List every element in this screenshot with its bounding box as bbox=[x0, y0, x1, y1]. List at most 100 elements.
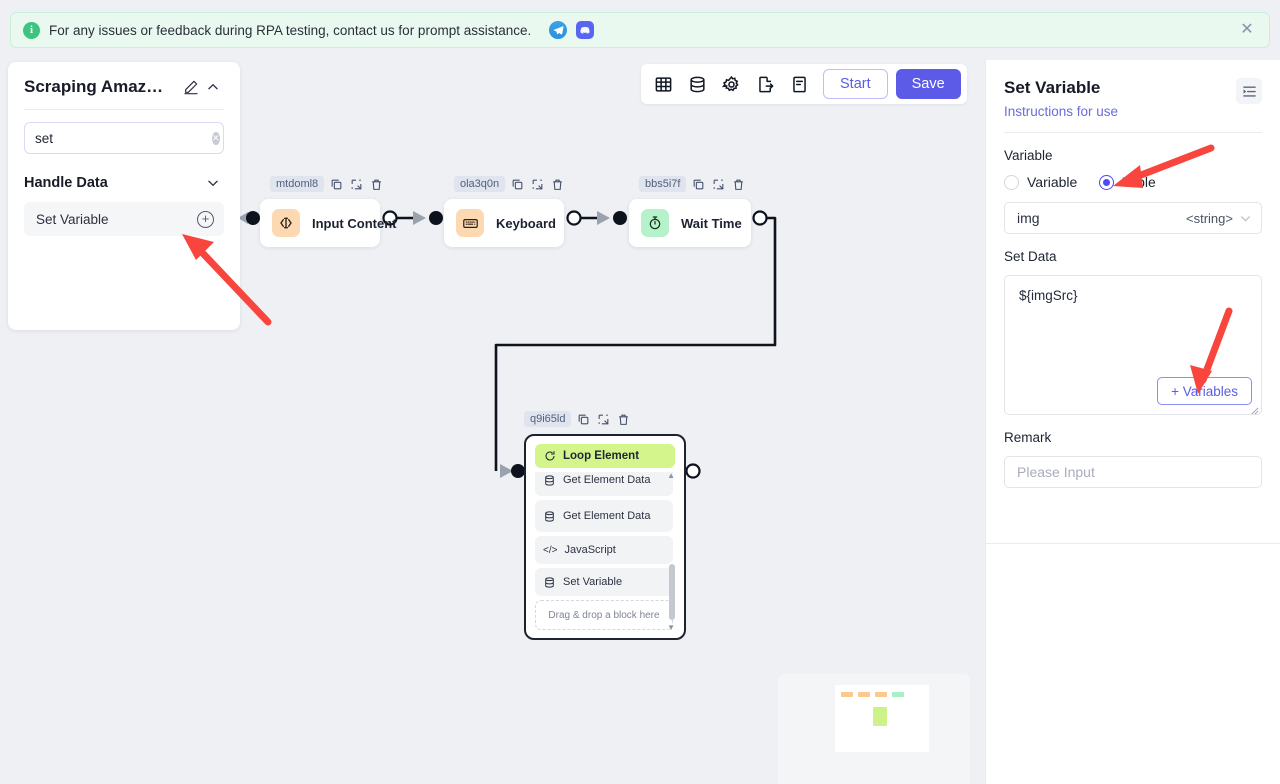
radio-button-selected[interactable] bbox=[1099, 174, 1115, 190]
node-input-content[interactable]: mtdoml8 Input Content bbox=[260, 175, 396, 247]
node-body[interactable]: Input Content bbox=[260, 199, 396, 247]
duplicate-icon[interactable] bbox=[596, 412, 611, 427]
keyboard-icon bbox=[456, 209, 484, 237]
remark-field[interactable] bbox=[1004, 456, 1262, 488]
group-header-handle-data[interactable]: Handle Data bbox=[24, 172, 224, 194]
minimap-node bbox=[892, 692, 904, 697]
loop-children-list[interactable]: Get Element Data Get Element Data </> Ja… bbox=[535, 472, 675, 632]
input-content-icon bbox=[272, 209, 300, 237]
variable-select-value: img bbox=[1017, 210, 1040, 226]
plus-circle-icon[interactable]: + bbox=[197, 210, 214, 228]
delete-icon[interactable] bbox=[369, 177, 384, 192]
scroll-up-icon[interactable]: ▲ bbox=[667, 472, 675, 480]
node-body[interactable]: Wait Time bbox=[629, 199, 751, 247]
node-id: ola3q0n bbox=[454, 176, 506, 192]
copy-icon[interactable] bbox=[691, 177, 706, 192]
list-item[interactable]: Set Variable bbox=[535, 568, 673, 596]
loop-container[interactable]: Loop Element Get Element Data Get Elemen… bbox=[524, 434, 686, 640]
instructions-link[interactable]: Instructions for use bbox=[1004, 104, 1118, 119]
radio-button[interactable] bbox=[1004, 174, 1019, 190]
duplicate-icon[interactable] bbox=[349, 177, 364, 192]
delete-icon[interactable] bbox=[731, 177, 746, 192]
workflow-title: Scraping Amaz… bbox=[24, 77, 164, 96]
database-icon bbox=[543, 474, 556, 487]
resize-grip-icon[interactable] bbox=[1250, 403, 1259, 415]
app-root: i For any issues or feedback during RPA … bbox=[0, 0, 1280, 784]
list-item-label: Get Element Data bbox=[563, 510, 651, 522]
minimap-node bbox=[873, 707, 887, 726]
search-input[interactable] bbox=[35, 130, 212, 146]
chevron-up-icon[interactable] bbox=[202, 76, 224, 98]
loop-title[interactable]: Loop Element bbox=[535, 444, 675, 468]
node-loop-element[interactable]: q9i65ld Loop Element Get Element Data Ge… bbox=[524, 410, 686, 640]
pencil-icon[interactable] bbox=[180, 76, 202, 98]
chevron-down-icon[interactable] bbox=[1239, 212, 1252, 225]
node-header: bbs5i7f bbox=[629, 175, 751, 193]
database-icon bbox=[543, 576, 556, 589]
save-button[interactable]: Save bbox=[895, 69, 961, 99]
loop-scrollbar[interactable]: ▲ ▼ bbox=[667, 472, 675, 632]
variable-select[interactable]: img <string> bbox=[1004, 202, 1262, 234]
discord-icon[interactable] bbox=[576, 21, 595, 39]
remark-input[interactable] bbox=[1017, 464, 1249, 480]
node-label: Keyboard bbox=[496, 215, 556, 231]
scrollbar-thumb[interactable] bbox=[669, 564, 675, 620]
set-data-textarea[interactable]: ${imgSrc} + Variables bbox=[1004, 275, 1262, 415]
table-icon[interactable] bbox=[647, 68, 679, 100]
minimap-node bbox=[858, 692, 870, 697]
node-id: q9i65ld bbox=[524, 411, 572, 427]
telegram-icon[interactable] bbox=[549, 21, 568, 39]
group-label: Handle Data bbox=[24, 175, 108, 191]
loop-title-label: Loop Element bbox=[563, 450, 640, 462]
start-button[interactable]: Start bbox=[823, 69, 888, 99]
chevron-down-icon[interactable] bbox=[202, 172, 224, 194]
list-item[interactable]: Get Element Data bbox=[535, 500, 673, 532]
info-icon: i bbox=[23, 21, 40, 39]
node-keyboard[interactable]: ola3q0n Keyboard bbox=[444, 175, 565, 247]
block-library-panel[interactable]: Scraping Amaz… ✕ Handle Data Set Variabl… bbox=[8, 62, 240, 330]
search-field[interactable]: ✕ bbox=[24, 122, 224, 154]
copy-icon[interactable] bbox=[576, 412, 591, 427]
close-icon[interactable]: ✕ bbox=[1237, 20, 1257, 40]
remark-label: Remark bbox=[1004, 430, 1052, 445]
node-wait-time[interactable]: bbs5i7f Wait Time bbox=[629, 175, 751, 247]
delete-icon[interactable] bbox=[616, 412, 631, 427]
copy-icon[interactable] bbox=[329, 177, 344, 192]
notification-bar: i For any issues or feedback during RPA … bbox=[10, 12, 1270, 48]
node-header: q9i65ld bbox=[524, 410, 686, 428]
log-icon[interactable] bbox=[783, 68, 815, 100]
notification-social-icons bbox=[549, 21, 595, 39]
variable-type-radio-group[interactable]: Variable Table bbox=[1004, 174, 1262, 190]
top-toolbar: Start Save bbox=[641, 64, 967, 104]
set-data-value: ${imgSrc} bbox=[1019, 288, 1078, 303]
delete-icon[interactable] bbox=[550, 177, 565, 192]
duplicate-icon[interactable] bbox=[711, 177, 726, 192]
clear-circle-icon[interactable]: ✕ bbox=[212, 131, 220, 145]
copy-icon[interactable] bbox=[510, 177, 525, 192]
scroll-down-icon[interactable]: ▼ bbox=[667, 624, 675, 632]
properties-panel: Set Variable Instructions for use Variab… bbox=[985, 60, 1280, 784]
radio-table[interactable]: Table bbox=[1099, 174, 1156, 190]
gear-icon[interactable] bbox=[715, 68, 747, 100]
panel-layout-icon[interactable] bbox=[1236, 78, 1262, 104]
page-title: Set Variable bbox=[1004, 78, 1101, 97]
node-header: mtdoml8 bbox=[260, 175, 384, 193]
database-icon[interactable] bbox=[681, 68, 713, 100]
sidebar-item-set-variable[interactable]: Set Variable + bbox=[24, 202, 224, 236]
export-file-icon[interactable] bbox=[749, 68, 781, 100]
list-item[interactable]: Get Element Data bbox=[535, 472, 673, 496]
panel-header: Set Variable Instructions for use bbox=[1004, 78, 1262, 119]
minimap[interactable] bbox=[778, 674, 970, 784]
notification-text: For any issues or feedback during RPA te… bbox=[49, 22, 532, 38]
dropzone[interactable]: Drag & drop a block here bbox=[535, 600, 673, 630]
list-item[interactable]: </> JavaScript bbox=[535, 536, 673, 564]
radio-variable[interactable]: Variable bbox=[1004, 174, 1077, 190]
add-variables-button[interactable]: + Variables bbox=[1157, 377, 1252, 405]
duplicate-icon[interactable] bbox=[530, 177, 545, 192]
panel-header: Scraping Amaz… bbox=[24, 76, 224, 98]
node-label: Input Content bbox=[312, 215, 397, 231]
node-body[interactable]: Keyboard bbox=[444, 199, 564, 247]
node-id: mtdoml8 bbox=[270, 176, 325, 192]
divider bbox=[1004, 132, 1262, 133]
divider bbox=[986, 543, 1280, 544]
